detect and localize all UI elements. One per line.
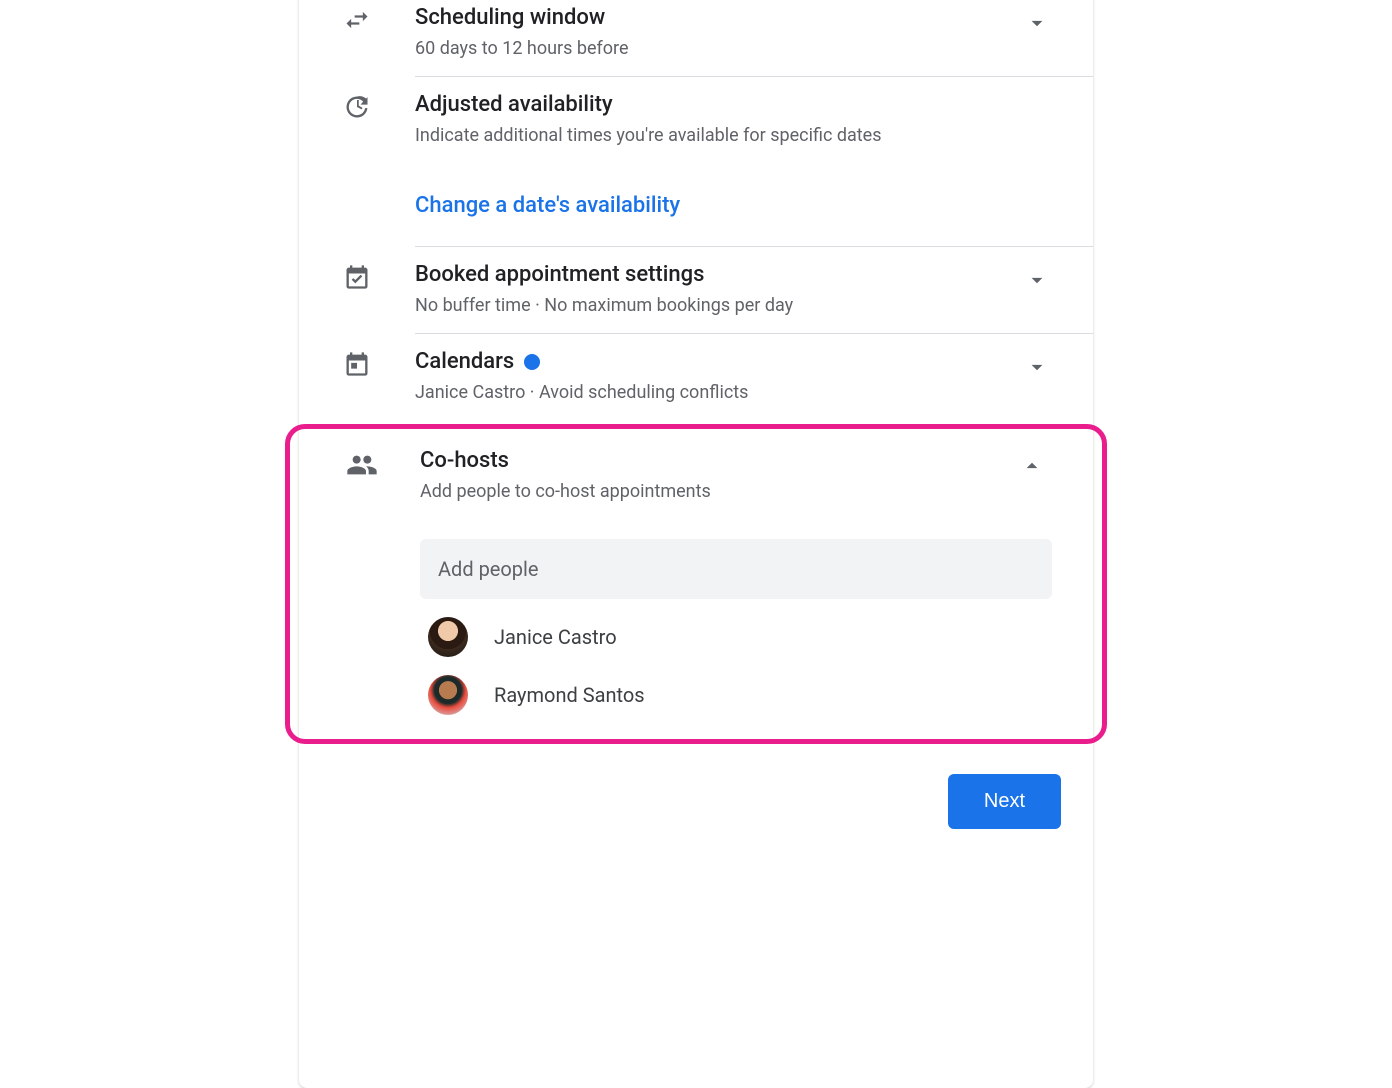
avatar bbox=[428, 617, 468, 657]
swap-icon bbox=[343, 4, 415, 34]
scheduling-window-row[interactable]: Scheduling window 60 days to 12 hours be… bbox=[299, 0, 1093, 76]
adjusted-availability-subtitle: Indicate additional times you're availab… bbox=[415, 123, 1057, 149]
chevron-up-icon[interactable] bbox=[1012, 447, 1052, 479]
people-icon bbox=[346, 447, 420, 481]
adjusted-availability-row: Adjusted availability Indicate additiona… bbox=[299, 77, 1093, 163]
cohost-name: Raymond Santos bbox=[494, 683, 645, 707]
footer: Next bbox=[299, 744, 1093, 829]
booked-appointment-row[interactable]: Booked appointment settings No buffer ti… bbox=[299, 247, 1093, 333]
scheduling-window-title: Scheduling window bbox=[415, 4, 1017, 32]
cohost-person-row: Raymond Santos bbox=[428, 675, 1052, 715]
cohosts-title: Co-hosts bbox=[420, 447, 1012, 475]
booked-appointment-subtitle: No buffer time · No maximum bookings per… bbox=[415, 293, 1017, 319]
cohost-person-row: Janice Castro bbox=[428, 617, 1052, 657]
chevron-down-icon[interactable] bbox=[1017, 348, 1057, 380]
chevron-down-icon[interactable] bbox=[1017, 4, 1057, 36]
calendars-row[interactable]: Calendars Janice Castro · Avoid scheduli… bbox=[299, 334, 1093, 420]
calendars-subtitle: Janice Castro · Avoid scheduling conflic… bbox=[415, 380, 1017, 406]
chevron-down-icon[interactable] bbox=[1017, 261, 1057, 293]
cohosts-row[interactable]: Co-hosts Add people to co-host appointme… bbox=[346, 447, 1052, 505]
next-button[interactable]: Next bbox=[948, 774, 1061, 829]
calendars-title: Calendars bbox=[415, 348, 514, 376]
cohosts-subtitle: Add people to co-host appointments bbox=[420, 479, 1012, 505]
change-date-availability-link[interactable]: Change a date's availability bbox=[415, 163, 1093, 246]
cohosts-highlight-box: Co-hosts Add people to co-host appointme… bbox=[285, 424, 1107, 744]
adjusted-availability-title: Adjusted availability bbox=[415, 91, 1057, 119]
cohost-name: Janice Castro bbox=[494, 625, 617, 649]
clock-update-icon bbox=[343, 91, 415, 121]
avatar bbox=[428, 675, 468, 715]
booked-appointment-title: Booked appointment settings bbox=[415, 261, 1017, 289]
add-people-input[interactable]: Add people bbox=[420, 539, 1052, 599]
notification-dot-icon bbox=[524, 354, 540, 370]
calendar-icon bbox=[343, 348, 415, 378]
scheduling-window-subtitle: 60 days to 12 hours before bbox=[415, 36, 1017, 62]
settings-panel: Scheduling window 60 days to 12 hours be… bbox=[299, 0, 1093, 1088]
calendar-check-icon bbox=[343, 261, 415, 291]
